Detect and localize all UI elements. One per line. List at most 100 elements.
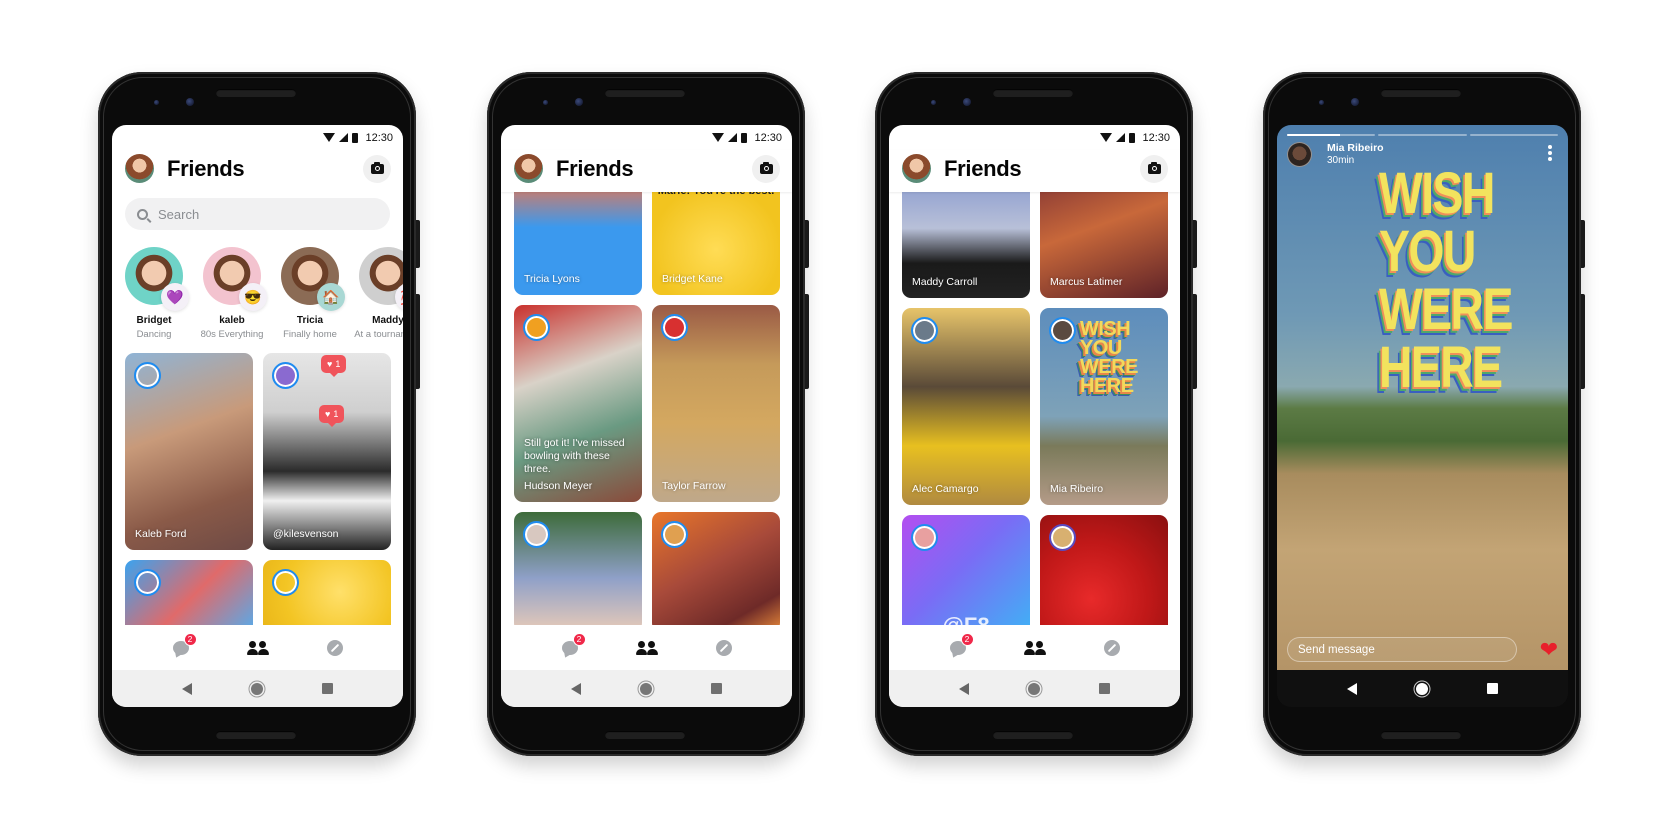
story-item[interactable]: 🏠 Tricia Finally home (281, 247, 345, 342)
speaker (605, 731, 685, 739)
recents-icon[interactable] (322, 683, 334, 694)
card-caption: Taylor Farrow (662, 480, 726, 492)
front-camera (575, 98, 583, 106)
unread-badge: 2 (183, 632, 197, 646)
friend-avatar-ring (1049, 524, 1076, 551)
story-item[interactable]: 💜 Bridget Dancing (125, 247, 189, 342)
like-bubble: ♥ 1 (319, 405, 345, 427)
signal-icon (1116, 133, 1126, 142)
story-card[interactable]: ♥ 1 ♥ 1 @kilesvenson (263, 353, 391, 550)
camera-button[interactable] (363, 155, 391, 183)
story-card[interactable]: @F8 (902, 515, 1030, 635)
earpiece (1381, 89, 1461, 97)
search-input[interactable] (158, 206, 358, 222)
friend-avatar-ring (661, 521, 688, 548)
back-icon[interactable] (1346, 682, 1357, 695)
home-icon[interactable] (1415, 682, 1428, 695)
more-options-icon[interactable] (1548, 145, 1552, 161)
story-progress (1287, 134, 1558, 136)
volume-button (805, 294, 809, 389)
power-button (416, 220, 420, 268)
home-icon[interactable] (639, 682, 652, 695)
status-emoji: 💜 (161, 283, 189, 311)
friends-screen: 12:30 Friends 💜 Bridget Dancing 😎 (112, 125, 403, 707)
front-camera (963, 98, 971, 106)
story-name: Tricia (296, 315, 324, 326)
volume-button (1193, 294, 1197, 389)
battery-icon (741, 132, 748, 143)
story-status: 80s Everything (200, 329, 264, 340)
story-card[interactable]: Maddy Carroll (902, 182, 1030, 298)
story-card[interactable]: Taylor Farrow (652, 305, 780, 502)
story-card[interactable]: Kaleb Ford (125, 353, 253, 550)
friend-avatar-ring (661, 314, 688, 341)
profile-avatar[interactable] (514, 154, 543, 183)
power-button (1581, 220, 1585, 268)
story-card[interactable]: WISH YOU WERE HERE Mia Ribeiro (1040, 308, 1168, 505)
story-item[interactable]: 💯 Maddy At a tournament (354, 247, 403, 342)
tab-people[interactable] (1015, 633, 1055, 663)
status-emoji: 😎 (239, 283, 267, 311)
author-avatar[interactable] (1287, 142, 1312, 167)
friend-avatar-ring (134, 362, 161, 389)
card-caption: Bridget Kane (662, 273, 723, 285)
recents-icon[interactable] (1487, 683, 1499, 694)
home-icon[interactable] (1027, 682, 1040, 695)
tab-chats[interactable]: 2 (161, 632, 201, 663)
heart-icon: ♥ (325, 409, 331, 419)
recents-icon[interactable] (711, 683, 723, 694)
story-item[interactable]: 😎 kaleb 80s Everything (201, 247, 267, 342)
send-message-input[interactable]: Send message (1287, 637, 1517, 662)
sensor (543, 100, 548, 105)
tab-people[interactable] (238, 633, 278, 663)
friend-avatar-ring (1049, 317, 1076, 344)
tab-discover[interactable] (1092, 633, 1132, 663)
wifi-icon (712, 133, 725, 142)
tab-discover[interactable] (704, 633, 744, 663)
back-icon[interactable] (958, 682, 969, 695)
search-bar[interactable] (125, 198, 390, 230)
story-avatar: 🏠 (281, 247, 345, 311)
card-caption: Tricia Lyons (524, 273, 580, 285)
people-icon (1023, 640, 1046, 655)
signal-icon (728, 133, 738, 142)
story-card[interactable]: Alec Camargo (902, 308, 1030, 505)
sensor (931, 100, 936, 105)
story-card[interactable] (514, 512, 642, 632)
tab-discover[interactable] (315, 633, 355, 663)
story-card[interactable]: Still got it! I've missed bowling with t… (514, 305, 642, 502)
story-card[interactable]: Marcus Latimer (1040, 182, 1168, 298)
home-icon[interactable] (250, 682, 263, 695)
earpiece (216, 89, 296, 97)
camera-button[interactable] (1140, 155, 1168, 183)
sticker-line: WERE (1379, 277, 1513, 342)
profile-avatar[interactable] (902, 154, 931, 183)
friend-avatar-ring (272, 569, 299, 596)
back-icon[interactable] (181, 682, 192, 695)
tab-chats[interactable]: 2 (550, 632, 590, 663)
bottom-tab-bar: 2 (112, 625, 403, 670)
volume-button (416, 294, 420, 389)
story-status: Dancing (136, 329, 172, 340)
back-icon[interactable] (570, 682, 581, 695)
story-card[interactable]: Marie! You're the best. Bridget Kane (652, 182, 780, 295)
compass-icon (715, 639, 732, 656)
story-card[interactable] (1040, 515, 1168, 635)
profile-avatar[interactable] (125, 154, 154, 183)
tab-chats[interactable]: 2 (938, 632, 978, 663)
story-card[interactable]: Tricia Lyons (514, 182, 642, 295)
wifi-icon (323, 133, 336, 142)
speaker (1381, 731, 1461, 739)
heart-reaction-icon[interactable]: ❤ (1540, 637, 1558, 662)
android-nav-bar (889, 670, 1180, 707)
phone-1: 12:30 Friends 💜 Bridget Dancing 😎 (98, 72, 420, 756)
app-header: Friends (112, 150, 403, 192)
recents-icon[interactable] (1099, 683, 1111, 694)
tab-people[interactable] (627, 633, 667, 663)
author-name[interactable]: Mia Ribeiro (1327, 142, 1384, 154)
sticker-line: HERE (1379, 335, 1503, 400)
phone-3: 12:30 Friends Maddy Carroll Marcus Latim… (875, 72, 1197, 756)
story-card[interactable] (652, 512, 780, 632)
story-content[interactable]: Mia Ribeiro 30min WISH YOU WERE HERE Sen… (1277, 125, 1568, 670)
camera-button[interactable] (752, 155, 780, 183)
